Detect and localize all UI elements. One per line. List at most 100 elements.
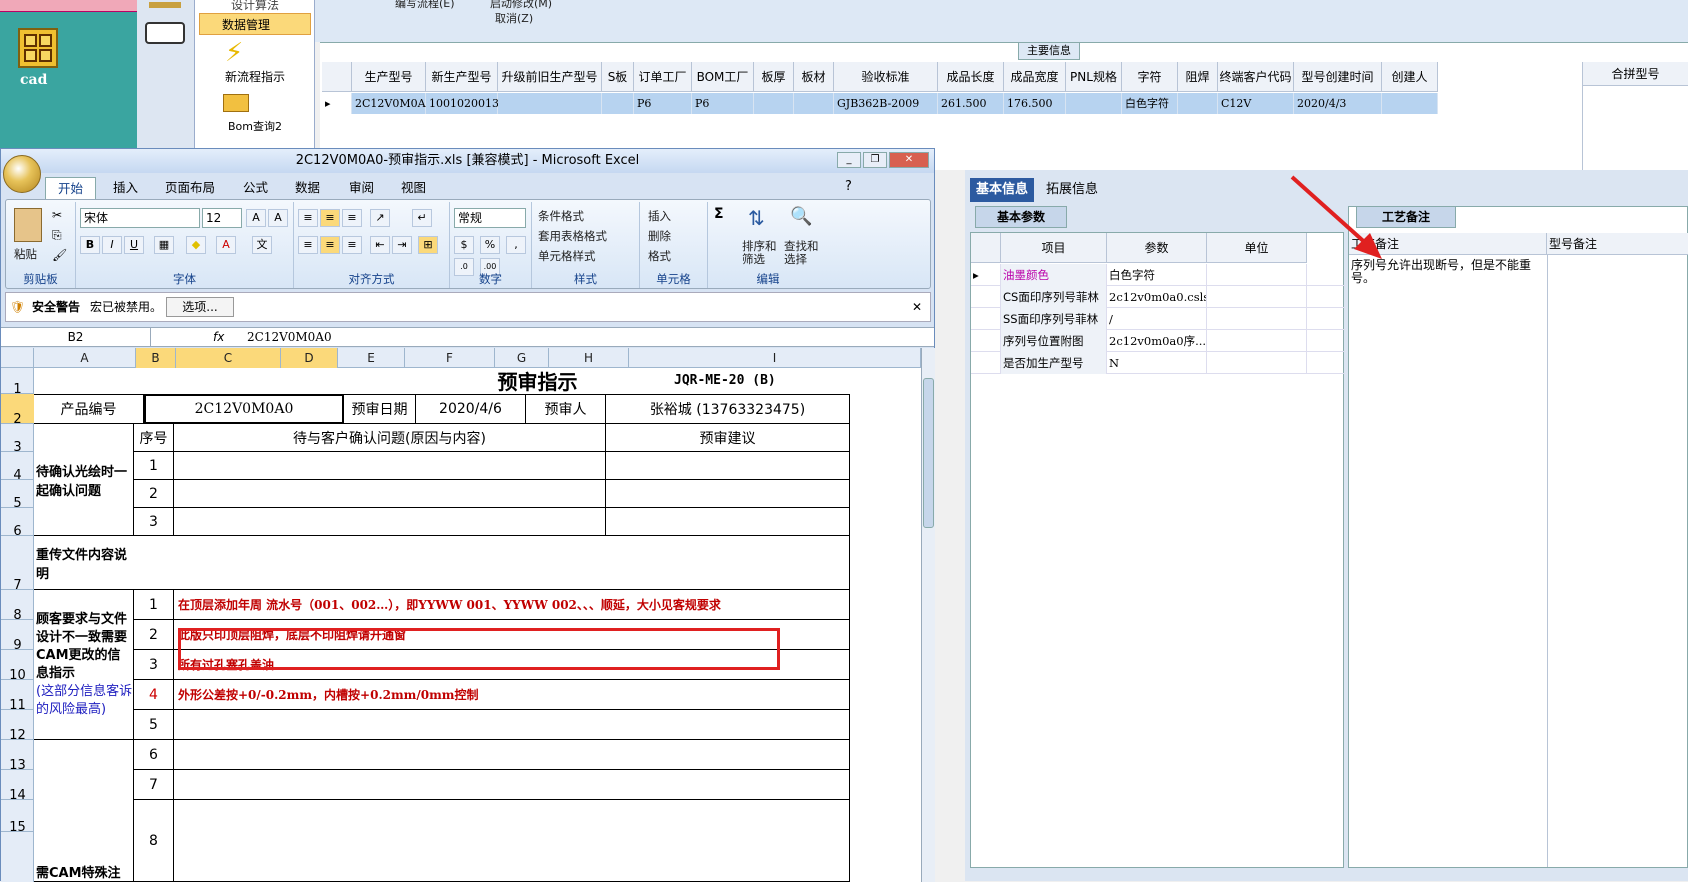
conditional-format-button[interactable]: 条件格式 — [538, 208, 584, 224]
main-cell[interactable]: 白色字符 — [1122, 93, 1178, 114]
align-top-icon[interactable]: ≡ — [298, 209, 318, 227]
close-button[interactable]: ✕ — [889, 152, 929, 168]
main-cell[interactable]: 2020/4/3 — [1294, 93, 1382, 114]
paste-icon[interactable] — [14, 208, 42, 242]
row-header[interactable]: 6 — [1, 508, 34, 539]
row-header[interactable]: 13 — [1, 740, 34, 773]
param-row[interactable]: 是否加生产型号 N — [971, 352, 1345, 374]
cad-icon[interactable] — [18, 28, 58, 68]
row-header[interactable]: 9 — [1, 620, 34, 653]
insert-cells-button[interactable]: 插入 — [648, 208, 671, 224]
underline-button[interactable]: U — [124, 236, 144, 254]
paste-button[interactable]: 粘贴 — [14, 246, 37, 262]
vertical-scrollbar[interactable] — [921, 348, 935, 882]
param-row[interactable]: CS面印序列号菲林 2c12v0m0a0.cslsh — [971, 286, 1345, 308]
row-header[interactable]: 15 — [1, 800, 34, 835]
row-header[interactable]: 14 — [1, 770, 34, 803]
tab-home[interactable]: 开始 — [45, 177, 97, 199]
font-name-select[interactable]: 宋体 — [80, 208, 200, 228]
cut-icon[interactable]: ✂ — [52, 208, 62, 222]
table-format-button[interactable]: 套用表格格式 — [538, 228, 607, 244]
find-select-button[interactable]: 查找和 选择 — [784, 240, 819, 266]
align-right-icon[interactable]: ≡ — [342, 236, 362, 254]
nav-item-new-flow[interactable]: 新流程指示 — [195, 68, 315, 85]
question-cell[interactable] — [174, 508, 606, 536]
main-cell[interactable] — [498, 93, 602, 114]
fill-color-icon[interactable]: ◆ — [186, 236, 206, 254]
tab-basic-info[interactable]: 基本信息 — [970, 178, 1035, 202]
nav-item-bom-query[interactable]: Bom查询2 — [195, 118, 315, 134]
wrap-text-icon[interactable]: ↵ — [412, 209, 432, 227]
column-header[interactable]: H — [549, 348, 629, 368]
tab-insert[interactable]: 插入 — [113, 177, 138, 199]
italic-button[interactable]: I — [102, 236, 122, 254]
tab-view[interactable]: 视图 — [401, 177, 426, 199]
comma-icon[interactable]: , — [506, 236, 526, 254]
font-size-select[interactable]: 12 — [202, 208, 242, 228]
align-center-icon[interactable]: ≡ — [320, 236, 340, 254]
merge-center-icon[interactable]: ⊞ — [418, 236, 438, 254]
tab-data[interactable]: 数据 — [295, 177, 320, 199]
row-header[interactable]: 3 — [1, 424, 34, 455]
number-format-select[interactable]: 常规 — [454, 208, 526, 228]
align-bottom-icon[interactable]: ≡ — [342, 209, 362, 227]
param-value[interactable]: N — [1107, 352, 1207, 374]
autosum-icon[interactable]: Σ — [714, 206, 724, 222]
main-cell[interactable]: GJB362B-2009 — [834, 93, 938, 114]
menu-cancel[interactable]: 取消(Z) — [495, 10, 533, 26]
find-select-icon[interactable]: 🔍 — [790, 206, 812, 227]
row-header[interactable]: 10 — [1, 650, 34, 683]
note-cell[interactable] — [174, 770, 850, 800]
param-value[interactable]: 2c12v0m0a0序... — [1107, 330, 1207, 352]
main-cell[interactable]: 176.500 — [1004, 93, 1066, 114]
cell-style-button[interactable]: 单元格样式 — [538, 248, 596, 264]
note-cell[interactable] — [174, 710, 850, 740]
column-header[interactable]: I — [629, 348, 921, 368]
main-cell[interactable] — [1178, 93, 1218, 114]
note-cell[interactable] — [174, 800, 850, 882]
question-cell[interactable] — [174, 452, 606, 480]
main-cell[interactable] — [794, 93, 834, 114]
advice-cell[interactable] — [606, 452, 850, 480]
align-middle-icon[interactable]: ≡ — [320, 209, 340, 227]
column-header[interactable]: F — [405, 348, 495, 368]
sort-filter-button[interactable]: 排序和 筛选 — [742, 240, 777, 266]
close-security-icon[interactable]: ✕ — [912, 293, 922, 321]
param-row[interactable]: SS面印序列号菲林 / — [971, 308, 1345, 330]
tab-review[interactable]: 审阅 — [349, 177, 374, 199]
fx-icon[interactable]: fx — [213, 328, 224, 346]
delete-cells-button[interactable]: 删除 — [648, 228, 671, 244]
column-header[interactable]: D — [281, 348, 338, 368]
office-button[interactable] — [3, 155, 41, 193]
percent-icon[interactable]: % — [480, 236, 500, 254]
main-cell[interactable]: 2C12V0M0A0 — [352, 93, 433, 114]
align-left-icon[interactable]: ≡ — [298, 236, 318, 254]
scroll-thumb[interactable] — [923, 378, 934, 528]
param-row[interactable]: 序列号位置附图 2c12v0m0a0序... — [971, 330, 1345, 352]
security-options-button[interactable]: 选项... — [166, 297, 234, 317]
border-icon[interactable]: ▦ — [154, 236, 174, 254]
question-cell[interactable] — [174, 480, 606, 508]
formula-input[interactable]: 2C12V0M0A0 — [247, 328, 332, 346]
main-cell[interactable]: 10010200133855 — [426, 93, 527, 114]
column-header[interactable]: B — [136, 348, 176, 368]
select-all-corner[interactable] — [1, 348, 34, 368]
copy-icon[interactable]: ⎘ — [52, 228, 62, 243]
note-cell[interactable] — [174, 740, 850, 770]
main-cell[interactable]: P6 — [634, 93, 692, 114]
orientation-icon[interactable]: ↗ — [370, 209, 390, 227]
column-header[interactable]: C — [176, 348, 281, 368]
note-cell[interactable]: 在顶层添加年周 流水号（001、002…），即YYWW 001、YYWW 002… — [174, 590, 850, 620]
device-icon[interactable] — [145, 22, 185, 44]
nav-item-algo[interactable]: 设计算法 — [195, 0, 315, 13]
restore-button[interactable]: ❐ — [863, 152, 887, 168]
row-header[interactable]: 2 — [1, 394, 34, 427]
nav-item-data-mgmt[interactable]: 数据管理 — [199, 13, 311, 35]
subtab-basic-params[interactable]: 基本参数 — [975, 206, 1067, 228]
main-cell[interactable]: 261.500 — [938, 93, 1004, 114]
tab-formulas[interactable]: 公式 — [243, 177, 268, 199]
main-cell[interactable] — [754, 93, 794, 114]
tab-page-layout[interactable]: 页面布局 — [165, 177, 215, 199]
minimize-button[interactable]: _ — [837, 152, 861, 168]
main-cell[interactable]: C12V — [1218, 93, 1294, 114]
